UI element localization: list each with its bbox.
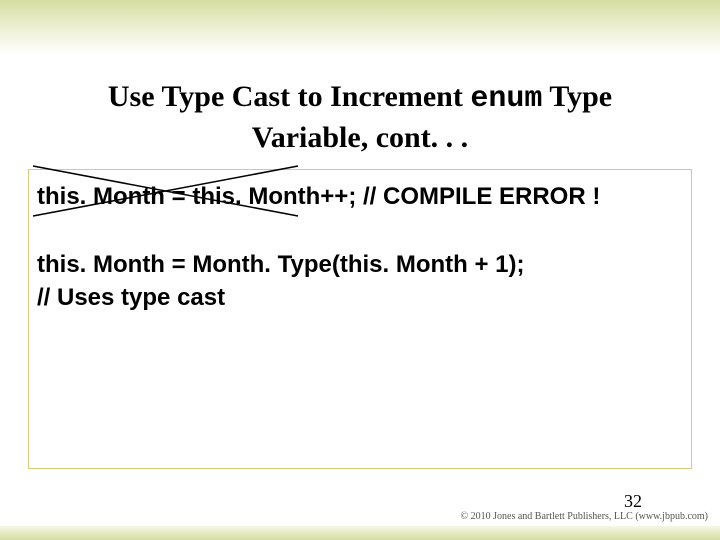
title-enum-keyword: enum [470,82,542,116]
code-line-comment: // Uses type cast [37,281,683,315]
title-line2: Variable, cont. . . [252,121,468,154]
slide-title: Use Type Cast to Increment enum Type Var… [0,78,720,156]
title-part2: Type [542,80,612,113]
code-line-error: this. Month = this. Month++; // COMPILE … [37,180,683,214]
top-gradient-bar [0,0,720,54]
code-box: this. Month = this. Month++; // COMPILE … [28,169,692,469]
spacer [37,214,683,248]
page-number: 32 [624,491,642,512]
bottom-gradient-bar [0,526,720,540]
code-line-correct: this. Month = Month. Type(this. Month + … [37,248,683,282]
crossed-out-code: this. Month = this. Month++; // COMPILE … [37,180,600,214]
code-line1-text: this. Month = this. Month++; // COMPILE … [37,183,600,210]
copyright-notice: © 2010 Jones and Bartlett Publishers, LL… [461,511,708,522]
title-part1: Use Type Cast to Increment [108,80,470,113]
